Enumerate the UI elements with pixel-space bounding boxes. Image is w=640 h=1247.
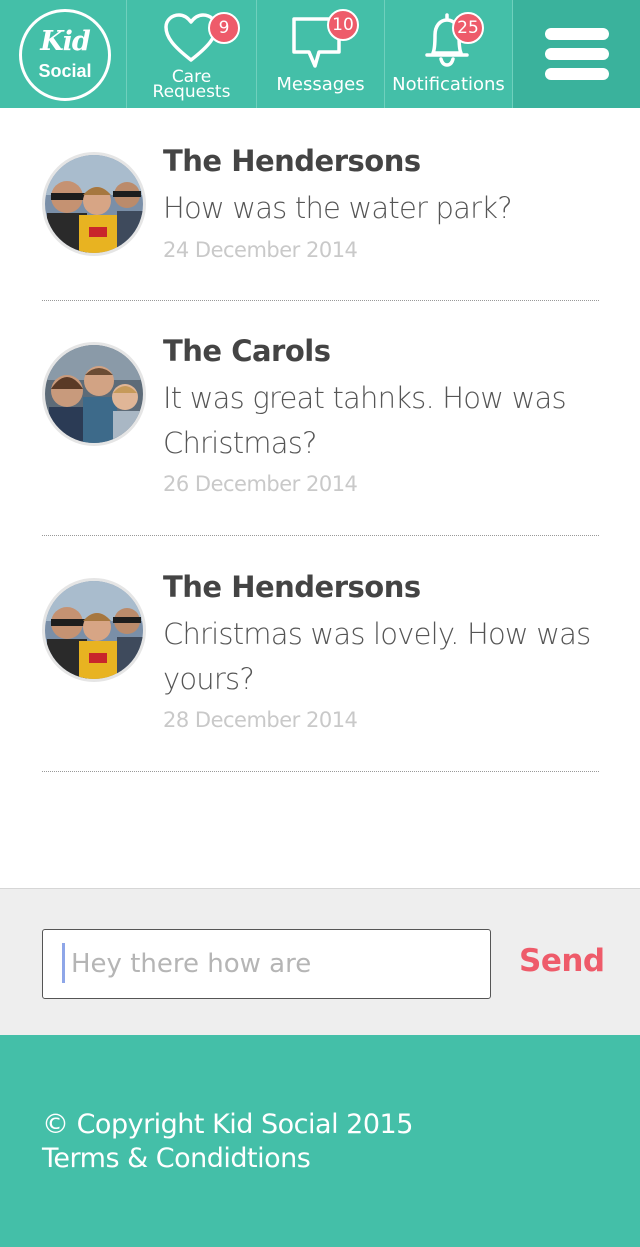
kid-social-logo[interactable]: Kid Social — [0, 0, 126, 108]
hamburger-menu-button[interactable] — [512, 0, 640, 108]
logo-circle: Kid Social — [19, 9, 111, 101]
terms-link[interactable]: Terms & Condidtions — [42, 1143, 311, 1174]
copyright-text: © Copyright Kid Social 2015 — [42, 1109, 413, 1140]
divider — [42, 535, 599, 536]
sender-name: The Carols — [163, 334, 331, 368]
avatar[interactable] — [42, 342, 146, 446]
logo-text-social: Social — [38, 61, 92, 81]
care-requests-badge: 9 — [208, 12, 240, 44]
message-composer: Send — [0, 888, 640, 1035]
notifications-label: Notifications — [392, 74, 505, 95]
care-requests-label-line2: Requests — [152, 82, 231, 102]
divider — [42, 771, 599, 772]
footer: © Copyright Kid Social 2015 Terms & Cond… — [0, 1035, 640, 1247]
avatar[interactable] — [42, 578, 146, 682]
family-photo-hendersons — [45, 155, 143, 253]
message-text: It was great tahnks. How was Christmas? — [163, 381, 567, 460]
send-button[interactable]: Send — [519, 943, 605, 979]
message-input[interactable] — [42, 929, 491, 999]
message-date: 24 December 2014 — [163, 238, 358, 262]
divider — [42, 300, 599, 301]
message-date: 28 December 2014 — [163, 708, 358, 732]
message-text: How was the water park? — [163, 191, 513, 225]
menu-bar-top — [545, 28, 609, 40]
logo-text-kid: Kid — [40, 26, 91, 57]
text-cursor — [62, 943, 65, 983]
family-photo-hendersons — [45, 581, 143, 679]
message-text: Christmas was lovely. How was yours? — [163, 617, 591, 696]
menu-bar-middle — [545, 48, 609, 60]
sender-name: The Hendersons — [163, 570, 421, 604]
sender-name: The Hendersons — [163, 144, 421, 178]
notifications-badge: 25 — [452, 12, 484, 44]
avatar[interactable] — [42, 152, 146, 256]
nav-care-requests[interactable]: 9 Care Requests — [126, 0, 256, 108]
nav-messages[interactable]: 10 Messages — [256, 0, 384, 108]
family-photo-carols — [45, 345, 143, 443]
menu-bar-bottom — [545, 68, 609, 80]
message-date: 26 December 2014 — [163, 472, 358, 496]
top-navigation-bar: Kid Social 9 Care Requests 10 Messages 2… — [0, 0, 640, 108]
messages-label: Messages — [276, 74, 365, 95]
nav-notifications[interactable]: 25 Notifications — [384, 0, 512, 108]
messages-badge: 10 — [327, 9, 359, 41]
